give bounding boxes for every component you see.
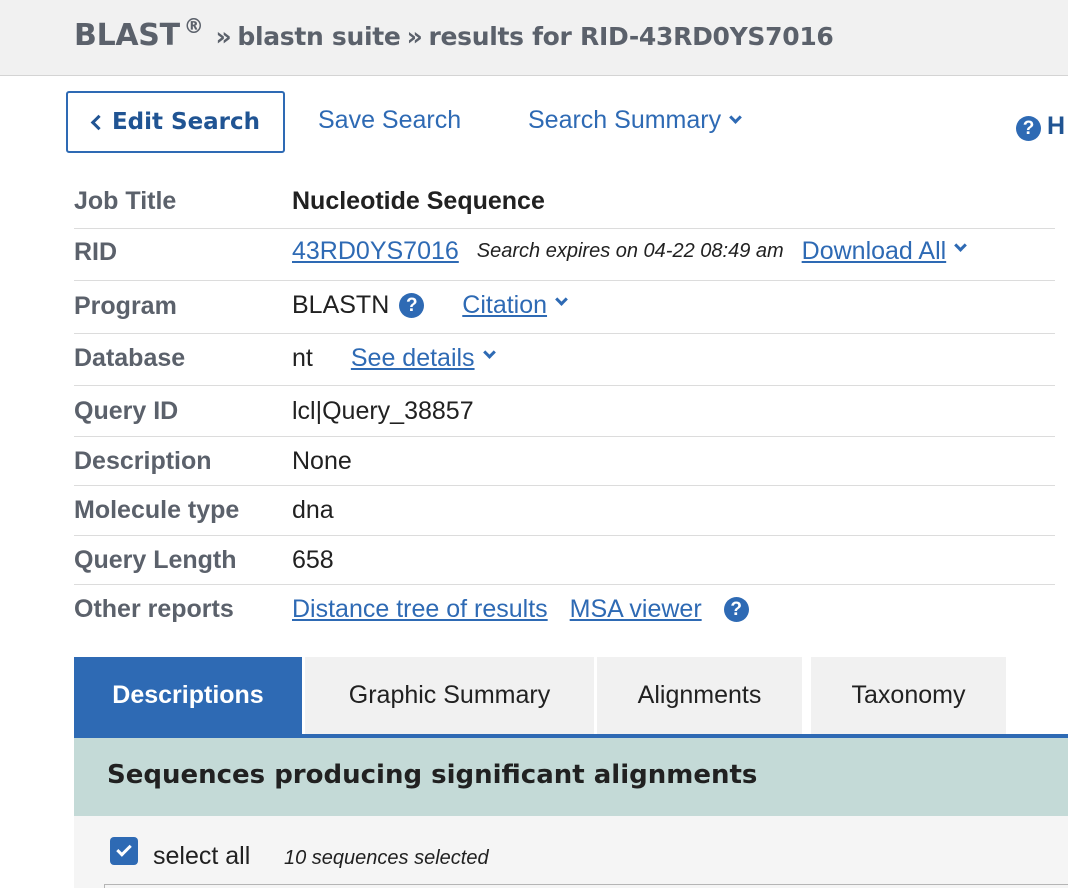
database-row: Database nt See details (74, 334, 1055, 386)
edit-search-button[interactable]: Edit Search (66, 91, 285, 153)
help-icon[interactable]: ? (723, 597, 749, 622)
row-label: Query Length (74, 546, 237, 574)
breadcrumb-results: results for RID-43RD0YS7016 (428, 22, 834, 51)
msa-viewer-link[interactable]: MSA viewer (570, 595, 702, 624)
search-summary-label: Search Summary (528, 106, 722, 134)
chevron-down-icon (729, 111, 742, 124)
selected-count: 10 sequences selected (284, 847, 489, 869)
query-id-row: Query ID lcl|Query_38857 (74, 386, 1055, 437)
molecule-type-row: Molecule type dna (74, 486, 1055, 536)
breadcrumb-brand[interactable]: BLAST (74, 18, 180, 53)
results-section-header: Sequences producing significant alignmen… (74, 734, 1068, 816)
help-link-partial[interactable]: H (1047, 112, 1065, 141)
chevron-down-icon[interactable] (954, 239, 968, 252)
row-label: Job Title (74, 187, 177, 215)
job-title-row: Job Title Nucleotide Sequence (74, 177, 1055, 229)
row-label: Program (74, 292, 177, 320)
section-title: Sequences producing significant alignmen… (107, 760, 758, 790)
registered-mark: ® (183, 14, 204, 38)
results-table-edge (104, 884, 1068, 888)
breadcrumb-separator: » (215, 22, 232, 51)
tab-taxonomy[interactable]: Taxonomy (811, 657, 1006, 734)
search-summary-dropdown[interactable]: Search Summary (528, 106, 742, 135)
program-name: BLASTN (292, 291, 390, 319)
tab-alignments[interactable]: Alignments (597, 657, 802, 734)
help-icon[interactable]: ? (1016, 116, 1041, 141)
select-all-checkbox[interactable] (110, 837, 138, 865)
rid-link[interactable]: 43RD0YS7016 (292, 237, 459, 266)
row-label: Molecule type (74, 496, 240, 524)
edit-search-label: Edit Search (111, 109, 261, 135)
rid-row: RID 43RD0YS7016 Search expires on 04-22 … (74, 229, 1055, 281)
row-label: Database (74, 344, 186, 372)
breadcrumb-bar: BLAST ®» blastn suite» results for RID-43RD… (0, 0, 1068, 76)
help-icon[interactable]: ? (399, 293, 425, 318)
select-all-label[interactable]: select all (153, 842, 250, 871)
job-title-value: Nucleotide Sequence (292, 187, 545, 215)
chevron-down-icon[interactable] (482, 346, 496, 359)
query-id-value: lcl|Query_38857 (292, 397, 474, 425)
description-row: Description None (74, 437, 1055, 486)
distance-tree-link[interactable]: Distance tree of results (292, 595, 548, 624)
chevron-down-icon[interactable] (555, 293, 568, 306)
expires-note: Search expires on 04-22 08:49 am (476, 240, 784, 262)
see-details-link[interactable]: See details (351, 344, 475, 373)
breadcrumb-suite[interactable]: blastn suite (237, 22, 401, 51)
checkmark-icon (116, 841, 132, 857)
row-label: RID (74, 238, 118, 266)
rid-value: 43RD0YS7016 Search expires on 04-22 08:4… (292, 237, 968, 266)
program-value: BLASTN ? Citation (292, 291, 568, 320)
row-label: Other reports (74, 595, 234, 623)
citation-link[interactable]: Citation (462, 291, 547, 320)
chevron-left-icon (90, 114, 107, 130)
program-row: Program BLASTN ? Citation (74, 281, 1055, 334)
tab-descriptions[interactable]: Descriptions (74, 657, 302, 734)
other-reports-row: Other reports Distance tree of results M… (74, 585, 1055, 635)
molecule-type-value: dna (292, 496, 334, 524)
tab-graphic-summary[interactable]: Graphic Summary (305, 657, 594, 734)
save-search-link[interactable]: Save Search (318, 106, 461, 135)
row-label: Description (74, 447, 212, 475)
select-all-bar: select all 10 sequences selected (74, 816, 1068, 888)
database-name: nt (292, 344, 313, 372)
download-all-link[interactable]: Download All (802, 237, 947, 266)
other-reports-value: Distance tree of results MSA viewer ? (292, 595, 749, 624)
query-length-value: 658 (292, 546, 334, 574)
row-label: Query ID (74, 397, 179, 425)
database-value: nt See details (292, 344, 496, 373)
description-value: None (292, 447, 352, 475)
breadcrumb: BLAST ®» blastn suite» results for RID-43RD… (74, 14, 834, 53)
breadcrumb-separator: » (406, 22, 423, 51)
query-length-row: Query Length 658 (74, 536, 1055, 585)
